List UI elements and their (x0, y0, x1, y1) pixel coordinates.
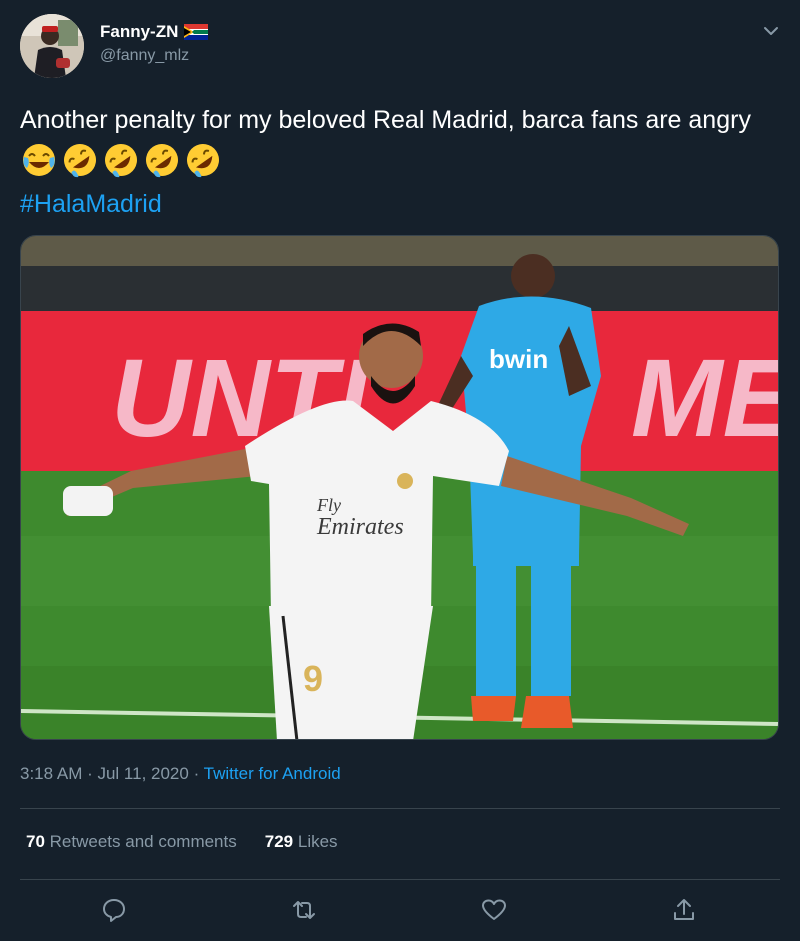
tweet-stats: 70 Retweets and comments 729 Likes (26, 832, 338, 852)
shirt-number: 9 (303, 658, 323, 699)
tweet-card: Fanny-ZN @fanny_mlz Another penalty for … (0, 0, 800, 941)
reply-icon[interactable] (100, 896, 128, 924)
south-africa-flag-icon (184, 24, 209, 40)
action-bar (0, 896, 800, 926)
face-with-tears-of-joy-emoji (20, 141, 58, 179)
share-icon[interactable] (670, 896, 698, 924)
user-handle[interactable]: @fanny_mlz (100, 47, 189, 65)
chevron-down-icon[interactable] (762, 22, 780, 40)
tweet-source-link[interactable]: Twitter for Android (204, 764, 341, 783)
rolling-on-the-floor-laughing-emoji (102, 141, 140, 179)
rolling-on-the-floor-laughing-emoji (184, 141, 222, 179)
tweet-timestamp[interactable]: 3:18 AM · Jul 11, 2020 (20, 764, 189, 783)
retweets-stat[interactable]: 70 Retweets and comments (26, 832, 237, 852)
jersey-sponsor-line2: Emirates (316, 514, 404, 540)
tweet-body: Another penalty for my beloved Real Madr… (20, 106, 751, 134)
divider-top (20, 808, 780, 809)
display-name-row[interactable]: Fanny-ZN (100, 22, 209, 42)
display-name[interactable]: Fanny-ZN (100, 22, 178, 42)
retweets-label: Retweets and comments (49, 832, 237, 851)
jersey-sponsor-line1: Fly (316, 495, 341, 515)
tweet-media-image[interactable]: UNTI ME bwin (20, 235, 779, 740)
banner-text-right: ME (631, 337, 779, 460)
rolling-on-the-floor-laughing-emoji (61, 141, 99, 179)
meta-separator: · (188, 764, 204, 783)
background-jersey-sponsor: bwin (489, 344, 548, 374)
likes-label: Likes (297, 832, 338, 851)
hashtag-link[interactable]: #HalaMadrid (20, 190, 162, 218)
likes-stat[interactable]: 729 Likes (265, 832, 338, 852)
avatar[interactable] (20, 14, 84, 78)
tweet-text: Another penalty for my beloved Real Madr… (20, 100, 780, 225)
retweets-count: 70 (26, 832, 45, 851)
rolling-on-the-floor-laughing-emoji (143, 141, 181, 179)
tweet-meta: 3:18 AM · Jul 11, 2020 · Twitter for And… (20, 764, 341, 784)
divider-bottom (20, 879, 780, 880)
retweet-icon[interactable] (290, 896, 318, 924)
like-icon[interactable] (480, 896, 508, 924)
likes-count: 729 (264, 832, 294, 851)
